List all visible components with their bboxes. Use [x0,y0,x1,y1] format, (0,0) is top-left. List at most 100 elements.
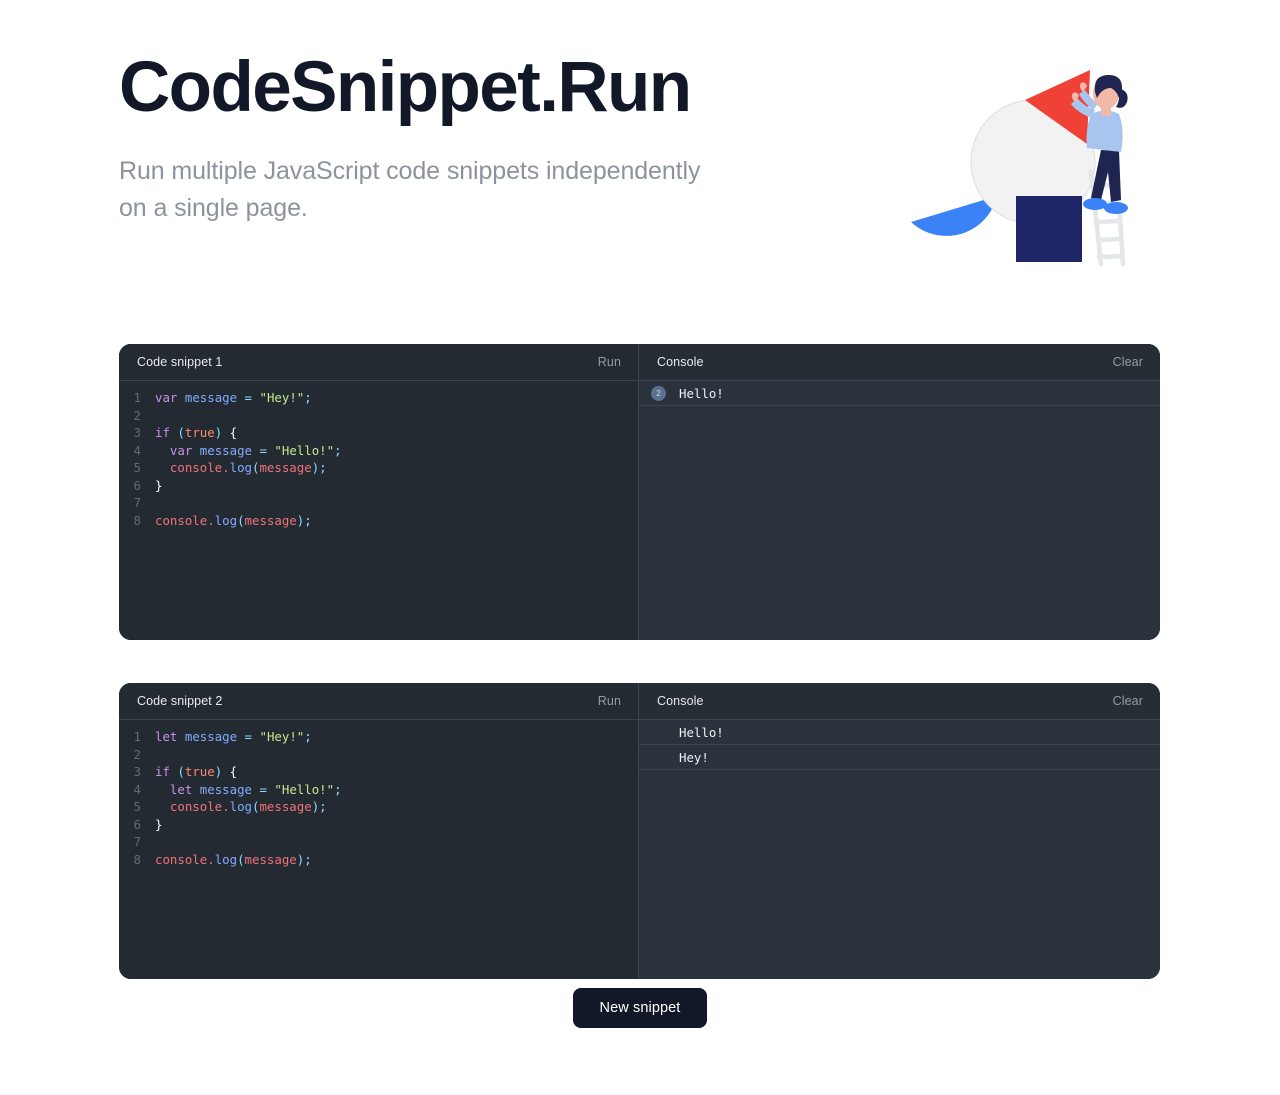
console-title: Console [657,355,704,369]
line-number: 8 [133,851,141,867]
code-token: } [155,477,163,493]
code-token: let [155,729,178,744]
code-token: console [169,460,223,475]
code-text: } [147,816,162,834]
clear-button[interactable]: Clear [1113,694,1143,708]
line-number: 3 [133,425,141,440]
code-token: var [155,390,178,405]
page-title: CodeSnippet.Run [119,48,692,127]
console-row: Hey! [639,745,1160,770]
code-text: var message = "Hey!"; [147,389,312,407]
editor-header: Code snippet 1 Run [119,344,638,381]
code-editor[interactable]: 1 var message = "Hey!"; 2 3 if (true) {4 var… [119,381,638,640]
half-circle-shape [911,196,997,236]
line-number: 2 [133,407,141,423]
code-token: ( [177,764,185,779]
snippet-list: Code snippet 1 Run 1 var message = "Hey!"; 2… [119,344,1160,1022]
code-token: message [259,460,312,475]
code-token: var [169,442,193,458]
line-number: 7 [133,495,141,510]
code-token: ; [319,799,327,814]
code-text: console.log(message); [147,798,327,816]
code-text: console.log(message); [147,459,327,477]
code-text: let message = "Hey!"; [147,728,312,746]
code-token: true [184,764,215,779]
line-number: 5 [133,799,141,814]
console-output: 2 Hello! [639,381,1160,640]
code-line: 3 if (true) { [119,424,638,442]
code-line: 5 console.log(message); [119,798,638,816]
code-line: 6} [119,477,638,495]
code-token: "Hey!" [259,729,305,744]
editor-header: Code snippet 2 Run [119,683,638,720]
code-line: 2 [119,407,638,425]
code-line: 4 var message = "Hello!"; [119,442,638,460]
run-button[interactable]: Run [598,694,621,708]
new-snippet-button[interactable]: New snippet [572,988,708,1028]
code-token: "Hello!" [274,442,335,458]
square-shape [1016,196,1082,262]
code-token: "Hey!" [259,390,305,405]
code-text: console.log(message); [147,512,312,530]
code-editor[interactable]: 1 let message = "Hey!"; 2 3 if (true) {4 let… [119,720,638,979]
line-number: 7 [133,834,141,849]
code-token: console [155,851,208,867]
code-line: 7 [119,494,638,512]
clear-button[interactable]: Clear [1113,355,1143,369]
editor-pane: Code snippet 1 Run 1 var message = "Hey!"; 2… [119,344,639,640]
code-token: message [244,512,297,528]
line-number: 4 [133,781,141,797]
code-line: 3 if (true) { [119,763,638,781]
snippet-card: Code snippet 1 Run 1 var message = "Hey!"; 2… [119,344,1160,640]
console-row: 2 Hello! [639,381,1160,406]
code-token: message [184,390,238,405]
code-token: ; [304,390,312,405]
hero-text-block: CodeSnippet.Run Run multiple JavaScript … [119,52,839,226]
code-text: console.log(message); [147,851,312,869]
code-line: 4 let message = "Hello!"; [119,781,638,799]
line-number: 4 [133,442,141,458]
console-header: Console Clear [639,344,1160,381]
code-token: } [155,816,163,832]
code-token: console [155,512,208,528]
code-line: 2 [119,746,638,764]
run-button[interactable]: Run [598,355,621,369]
code-token: ; [304,512,312,528]
line-number: 1 [133,390,141,405]
code-token: log [229,799,252,814]
line-number: 2 [133,746,141,762]
code-token: ; [334,781,342,797]
code-token: ; [304,729,312,744]
code-token: . [207,851,215,867]
code-line: 7 [119,833,638,851]
console-pane: Console Clear Hello! Hey! [639,683,1160,979]
console-header: Console Clear [639,683,1160,720]
editor-pane: Code snippet 2 Run 1 let message = "Hey!"; 2… [119,683,639,979]
footer-actions: New snippet [0,988,1280,1028]
code-token: = [244,390,253,405]
code-token: = [259,781,267,797]
code-token: . [207,512,215,528]
code-token: ; [319,460,327,475]
snippet-title: Code snippet 2 [137,694,223,708]
code-line: 5 console.log(message); [119,459,638,477]
code-token: log [229,460,252,475]
code-token: ( [177,425,185,440]
page-subtitle: Run multiple JavaScript code snippets in… [119,157,701,222]
console-count-badge [651,750,666,765]
line-number: 8 [133,512,141,528]
code-token: message [199,781,252,797]
code-token: ; [304,851,312,867]
code-text: let message = "Hello!"; [147,781,342,799]
code-token: = [244,729,253,744]
code-token: log [214,512,238,528]
